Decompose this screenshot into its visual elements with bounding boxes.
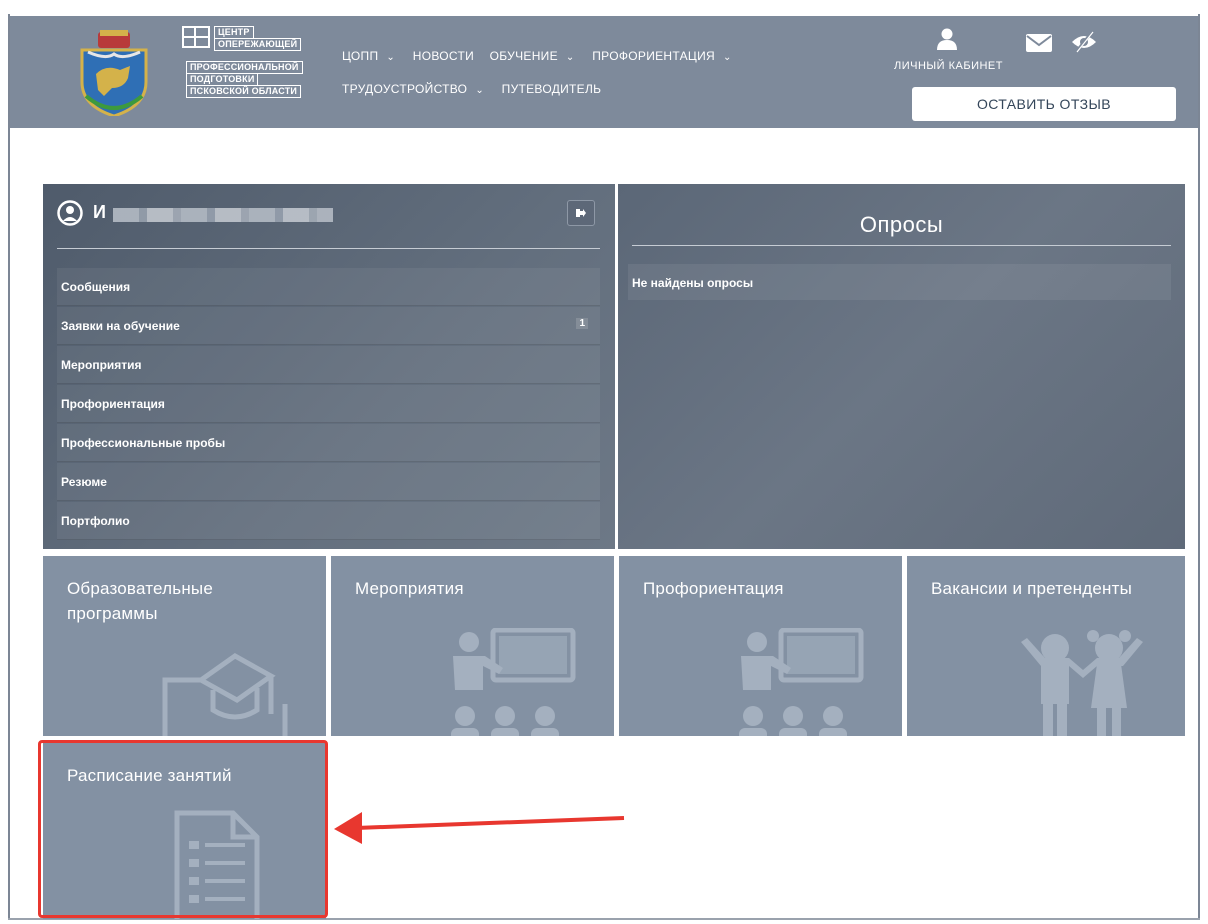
profile-menu-item-professional-trials[interactable]: Профессиональные пробы (57, 424, 600, 462)
menu-item-label: Профориентация (61, 397, 165, 411)
chevron-down-icon: ⌄ (723, 52, 732, 63)
profile-name: И (93, 202, 106, 222)
tile-title: Образовательные программы (67, 579, 213, 623)
children-icon (1021, 630, 1143, 736)
profile-menu-item-career-guidance[interactable]: Профориентация (57, 385, 600, 423)
surveys-title: Опросы (859, 212, 944, 237)
tile-career-guidance[interactable]: Профориентация (619, 556, 902, 736)
low-vision-icon[interactable] (1070, 30, 1098, 54)
nav-label: ПРОФОРИЕНТАЦИЯ (592, 49, 715, 63)
menu-item-label: Профессиональные пробы (61, 436, 226, 450)
menu-item-label: Резюме (61, 475, 107, 489)
presentation-icon (739, 628, 864, 736)
pskov-coat-of-arms-icon[interactable] (76, 30, 152, 116)
personal-cabinet-link[interactable]: ЛИЧНЫЙ КАБИНЕТ (894, 60, 1003, 72)
main-nav-row-1: ЦОПП ⌄ НОВОСТИ ОБУЧЕНИЕ ⌄ ПРОФОРИЕНТАЦИЯ ⌄ (342, 49, 746, 63)
menu-item-label: Портфолио (61, 514, 130, 528)
logo-line: ОПЕРЕЖАЮЩЕЙ (214, 38, 302, 51)
nav-label: НОВОСТИ (412, 49, 474, 63)
nav-item-copp[interactable]: ЦОПП ⌄ (342, 49, 403, 63)
copp-logo[interactable]: ЦЕНТР ОПЕРЕЖАЮЩЕЙ ПРОФЕССИОНАЛЬНОЙ ПОДГО… (182, 26, 322, 130)
nav-label: ОБУЧЕНИЕ (489, 49, 558, 63)
chevron-down-icon: ⌄ (475, 85, 484, 96)
empty-state-text: Не найдены опросы (632, 276, 754, 290)
main-nav-row-2: ТРУДОУСТРОЙСТВО ⌄ ПУТЕВОДИТЕЛЬ (342, 82, 613, 96)
tile-educational-programs[interactable]: Образовательные программы (43, 556, 326, 736)
logo-line: ПСКОВСКОЙ ОБЛАСТИ (186, 85, 302, 98)
profile-panel: И Сообщения Заявки на обучение 1 Меропри… (43, 184, 615, 549)
user-icon[interactable] (937, 28, 957, 50)
tile-title: Мероприятия (355, 579, 464, 598)
tile-title: Вакансии и претенденты (931, 579, 1133, 598)
graduation-cap-icon (162, 653, 288, 736)
profile-menu-item-portfolio[interactable]: Портфолио (57, 502, 600, 540)
profile-menu-item-events[interactable]: Мероприятия (57, 346, 600, 384)
count-badge: 1 (576, 318, 588, 329)
nav-item-news[interactable]: НОВОСТИ (413, 49, 480, 63)
divider (57, 248, 600, 249)
tile-vacancies-and-candidates[interactable]: Вакансии и претенденты (907, 556, 1185, 736)
copp-logo-mark-icon (182, 26, 210, 48)
profile-menu-item-messages[interactable]: Сообщения (57, 268, 600, 306)
presentation-icon (451, 628, 576, 736)
surveys-panel: Опросы Не найдены опросы (618, 184, 1185, 549)
blurred-name (113, 208, 333, 222)
nav-item-employment[interactable]: ТРУДОУСТРОЙСТВО ⌄ (342, 82, 492, 96)
tile-events[interactable]: Мероприятия (331, 556, 614, 736)
nav-label: ПУТЕВОДИТЕЛЬ (501, 82, 602, 96)
logout-button[interactable] (567, 200, 595, 226)
annotation-highlight-box (38, 740, 328, 918)
nav-label: ТРУДОУСТРОЙСТВО (342, 82, 468, 96)
tile-title: Профориентация (643, 579, 784, 598)
leave-feedback-button[interactable]: ОСТАВИТЬ ОТЗЫВ (912, 87, 1176, 121)
mail-icon[interactable] (1026, 34, 1052, 52)
annotation-arrow-icon (334, 812, 625, 844)
profile-menu: Сообщения Заявки на обучение 1 Мероприят… (57, 268, 600, 541)
nav-label: ЦОПП (342, 49, 379, 63)
profile-menu-item-resume[interactable]: Резюме (57, 463, 600, 501)
surveys-empty-state: Не найдены опросы (628, 264, 1171, 300)
divider (632, 245, 1171, 246)
chevron-down-icon: ⌄ (565, 52, 575, 63)
nav-item-education[interactable]: ОБУЧЕНИЕ ⌄ (490, 49, 583, 63)
menu-item-label: Сообщения (61, 280, 131, 294)
nav-item-guide[interactable]: ПУТЕВОДИТЕЛЬ (502, 82, 608, 96)
logout-icon (576, 209, 586, 217)
nav-item-career-guidance[interactable]: ПРОФОРИЕНТАЦИЯ ⌄ (592, 49, 739, 63)
profile-header: И (57, 198, 602, 234)
chevron-down-icon: ⌄ (386, 52, 396, 63)
user-avatar-icon (57, 200, 83, 226)
menu-item-label: Заявки на обучение (61, 319, 180, 333)
profile-menu-item-applications[interactable]: Заявки на обучение 1 (57, 307, 600, 345)
site-header: ЦЕНТР ОПЕРЕЖАЮЩЕЙ ПРОФЕССИОНАЛЬНОЙ ПОДГО… (10, 16, 1198, 128)
menu-item-label: Мероприятия (61, 358, 142, 372)
